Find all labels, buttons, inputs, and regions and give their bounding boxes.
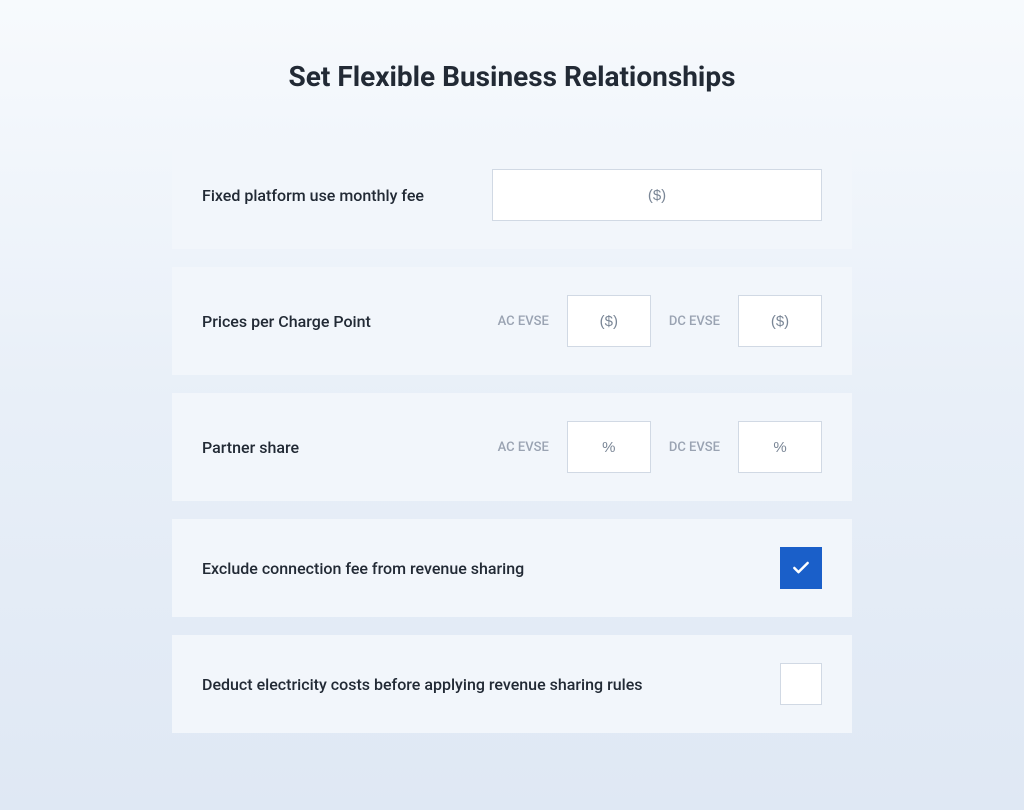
row-deduct-elec: Deduct electricity costs before applying… [172,635,852,733]
label-partner-share: Partner share [202,438,498,457]
label-exclude-conn-fee: Exclude connection fee from revenue shar… [202,559,780,578]
label-fixed-fee: Fixed platform use monthly fee [202,186,492,205]
label-prices-per-cp: Prices per Charge Point [202,312,498,331]
label-dc-evse: DC EVSE [669,440,720,455]
partner-share-ac-input[interactable] [567,421,651,473]
page-title: Set Flexible Business Relationships [172,60,852,93]
row-fixed-fee: Fixed platform use monthly fee [172,141,852,249]
label-deduct-elec: Deduct electricity costs before applying… [202,675,780,694]
label-ac-evse: AC EVSE [498,314,549,329]
row-exclude-conn-fee: Exclude connection fee from revenue shar… [172,519,852,617]
row-partner-share: Partner share AC EVSE DC EVSE [172,393,852,501]
input-group-partner-share: AC EVSE DC EVSE [498,421,822,473]
checkbox-deduct-elec[interactable] [780,663,822,705]
label-ac-evse: AC EVSE [498,440,549,455]
fixed-fee-input[interactable] [492,169,822,221]
check-icon [791,558,811,578]
label-dc-evse: DC EVSE [669,314,720,329]
partner-share-dc-input[interactable] [738,421,822,473]
row-prices-per-cp: Prices per Charge Point AC EVSE DC EVSE [172,267,852,375]
prices-dc-input[interactable] [738,295,822,347]
prices-ac-input[interactable] [567,295,651,347]
input-group-prices: AC EVSE DC EVSE [498,295,822,347]
checkbox-exclude-conn-fee[interactable] [780,547,822,589]
